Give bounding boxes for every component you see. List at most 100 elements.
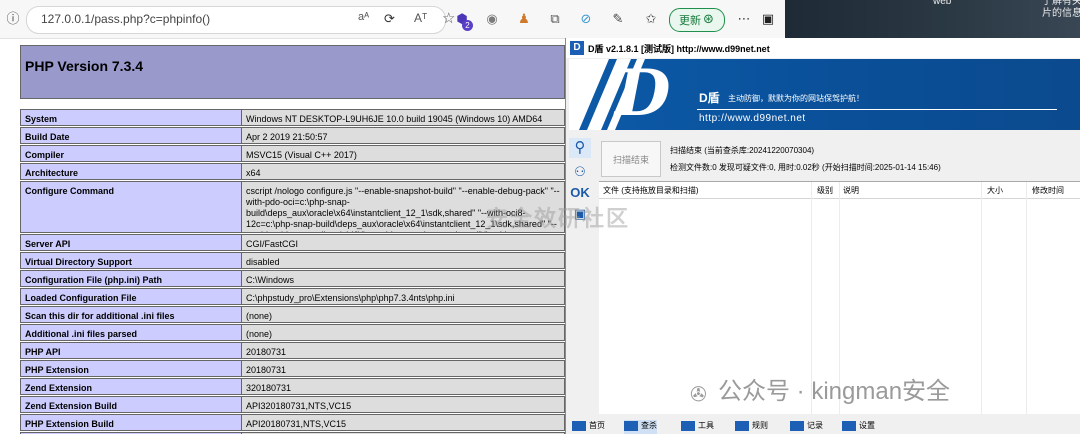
settings-icon [842, 420, 856, 431]
scan-finish-button[interactable]: 扫描结束 [601, 141, 661, 177]
table-row: Configuration File (php.ini) Path C:\Wind… [20, 270, 565, 287]
site-info-icon[interactable]: ⓘ [4, 10, 22, 28]
row-key: Build Date [20, 127, 242, 144]
row-key: Compiler [20, 145, 242, 162]
tab-rules[interactable]: 规则 [735, 420, 768, 434]
tab-settings[interactable]: 设置 [842, 420, 875, 434]
browser-toolbar: ⓘ 127.0.0.1/pass.php?c=phpinfo() aᴬ ⟳ Aᵀ… [0, 0, 785, 39]
table-row: Compiler MSVC15 (Visual C++ 2017) [20, 145, 565, 162]
share-icon[interactable]: ⧉ [545, 9, 565, 29]
row-key: Additional .ini files parsed [20, 324, 242, 341]
update-button[interactable]: 更新 ⊛ [669, 8, 725, 32]
phpinfo-page: PHP Version 7.3.4 System Windows NT DESKT… [0, 39, 565, 434]
extensions-icon[interactable]: ✎ [608, 9, 628, 29]
refresh-page-icon[interactable]: ⟳ [384, 11, 395, 27]
table-row: Virtual Directory Support disabled [20, 252, 565, 269]
ok-icon[interactable]: OK [569, 183, 591, 203]
row-value: Windows NT DESKTOP-L9UH6JE 10.0 build 19… [242, 109, 565, 126]
row-value: API320180731,NTS,VC15 [242, 396, 565, 413]
table-row: System Windows NT DESKTOP-L9UH6JE 10.0 bu… [20, 109, 565, 126]
corner-text-web: web [933, 0, 952, 7]
table-row: PHP API 20180731 [20, 342, 565, 359]
address-bar[interactable]: 127.0.0.1/pass.php?c=phpinfo() aᴬ ⟳ Aᵀ ☆ [26, 6, 455, 34]
table-row: Build Date Apr 2 2019 21:50:57 [20, 127, 565, 144]
column-modified[interactable]: 修改时间 [1032, 185, 1064, 196]
update-label: 更新 [679, 15, 701, 27]
d-shield-titlebar[interactable]: D D盾 v2.1.8.1 [测试版] http://www.d99net.ne… [566, 38, 1080, 58]
tools-icon [681, 420, 695, 431]
row-value: 20180731 [242, 360, 565, 377]
read-aloud-icon[interactable]: Aᵀ [414, 11, 427, 25]
bottom-tab-bar: 首页 查杀 工具 规则 记录 设置 [566, 418, 1080, 434]
grid-divider [1026, 182, 1027, 414]
tab-home-label: 首页 [589, 421, 605, 430]
tab-logs[interactable]: 记录 [790, 420, 823, 434]
grid-divider [981, 182, 982, 414]
search-icon[interactable]: ⚲ [569, 138, 591, 158]
corner-text-info[interactable]: 了解有关此图 片的信息 [1042, 0, 1080, 20]
scan-status-line: 扫描结束 (当前查杀库:20241220070304) [670, 146, 815, 155]
table-row: Configure Command cscript /nologo configu… [20, 181, 565, 233]
banner-slogan: 主动防御，默默为你的网站保驾护航！ [728, 94, 864, 103]
row-key: PHP API [20, 342, 242, 359]
logs-icon [790, 420, 804, 431]
row-value: x64 [242, 163, 565, 180]
row-value: Apr 2 2019 21:50:57 [242, 127, 565, 144]
column-description[interactable]: 说明 [843, 185, 859, 196]
table-row: Zend Extension 320180731 [20, 378, 565, 395]
row-value: API20180731,NTS,VC15 [242, 414, 565, 431]
tab-logs-label: 记录 [807, 421, 823, 430]
record-icon[interactable]: ◉ [482, 9, 502, 29]
scan-icon [624, 420, 638, 431]
row-value: C:\Windows [242, 270, 565, 287]
row-value: CGI/FastCGI [242, 234, 565, 251]
background-image-corner: web 了解有关此图 片的信息 [785, 0, 1080, 38]
account-watermark-text: 公众号 · kingman安全 [718, 378, 951, 405]
url-text[interactable]: 127.0.0.1/pass.php?c=phpinfo() [41, 12, 210, 26]
php-version-header: PHP Version 7.3.4 [20, 45, 565, 99]
table-row: Additional .ini files parsed (none) [20, 324, 565, 341]
table-row: Loaded Configuration File C:\phpstudy_pro… [20, 288, 565, 305]
extension-badge: 2 [462, 20, 473, 31]
d-shield-app-icon: D [570, 41, 584, 55]
row-key: PHP Extension [20, 360, 242, 377]
tab-tools[interactable]: 工具 [681, 420, 714, 434]
row-key: System [20, 109, 242, 126]
banner-divider [697, 109, 1057, 110]
translate-icon[interactable]: aᴬ [358, 11, 369, 23]
sidebar-toggle-icon[interactable]: ▣ [758, 9, 778, 29]
column-size[interactable]: 大小 [987, 185, 1003, 196]
row-value: (none) [242, 306, 565, 323]
phpinfo-table: System Windows NT DESKTOP-L9UH6JE 10.0 bu… [20, 109, 565, 434]
table-row: PHP Extension Build API20180731,NTS,VC15 [20, 414, 565, 431]
tab-scan[interactable]: 查杀 [624, 420, 657, 434]
table-row: Zend Extension Build API320180731,NTS,VC1… [20, 396, 565, 413]
table-row: Server API CGI/FastCGI [20, 234, 565, 251]
account-watermark: ✇ 公众号 · kingman安全 [690, 371, 950, 406]
banner-product-name: D盾 [699, 91, 720, 105]
community-watermark: 安全效研社区 [486, 206, 631, 231]
tab-home[interactable]: 首页 [572, 420, 605, 434]
tab-scan-label: 查杀 [641, 421, 657, 430]
tab-rules-label: 规则 [752, 421, 768, 430]
banner-url: http://www.d99net.net [699, 113, 806, 124]
link-icon[interactable]: ⊘ [576, 9, 596, 29]
row-value: 20180731 [242, 342, 565, 359]
column-level[interactable]: 级别 [817, 185, 833, 196]
column-file[interactable]: 文件 (支持拖放目录和扫描) [603, 185, 699, 196]
game-icon[interactable]: ♟ [514, 9, 534, 29]
table-row: Architecture x64 [20, 163, 565, 180]
scan-button-label: 扫描结束 [613, 155, 650, 165]
rules-icon [735, 420, 749, 431]
row-key: Zend Extension Build [20, 396, 242, 413]
favorites-icon[interactable]: ✩ [641, 9, 661, 29]
table-row: PHP Extension 20180731 [20, 360, 565, 377]
more-menu-icon[interactable]: ⋯ [734, 9, 754, 29]
row-value: disabled [242, 252, 565, 269]
wechat-icon: ✇ [690, 383, 707, 406]
row-value: (none) [242, 324, 565, 341]
update-icon: ⊛ [703, 11, 714, 26]
user-scan-icon[interactable]: ⚇ [569, 162, 591, 182]
row-key: Configure Command [20, 181, 242, 233]
row-key: Loaded Configuration File [20, 288, 242, 305]
